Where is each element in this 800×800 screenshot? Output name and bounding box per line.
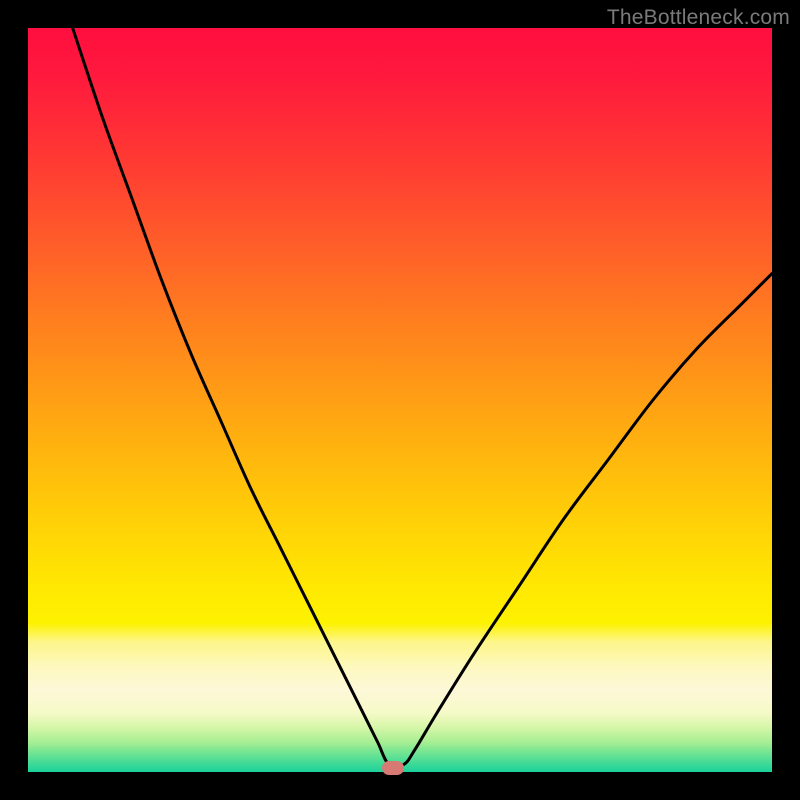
plot-area [28,28,772,772]
bottleneck-curve [28,28,772,772]
minimum-marker [382,761,404,775]
chart-frame: TheBottleneck.com [0,0,800,800]
curve-path [73,28,772,767]
attribution-text: TheBottleneck.com [607,6,790,30]
